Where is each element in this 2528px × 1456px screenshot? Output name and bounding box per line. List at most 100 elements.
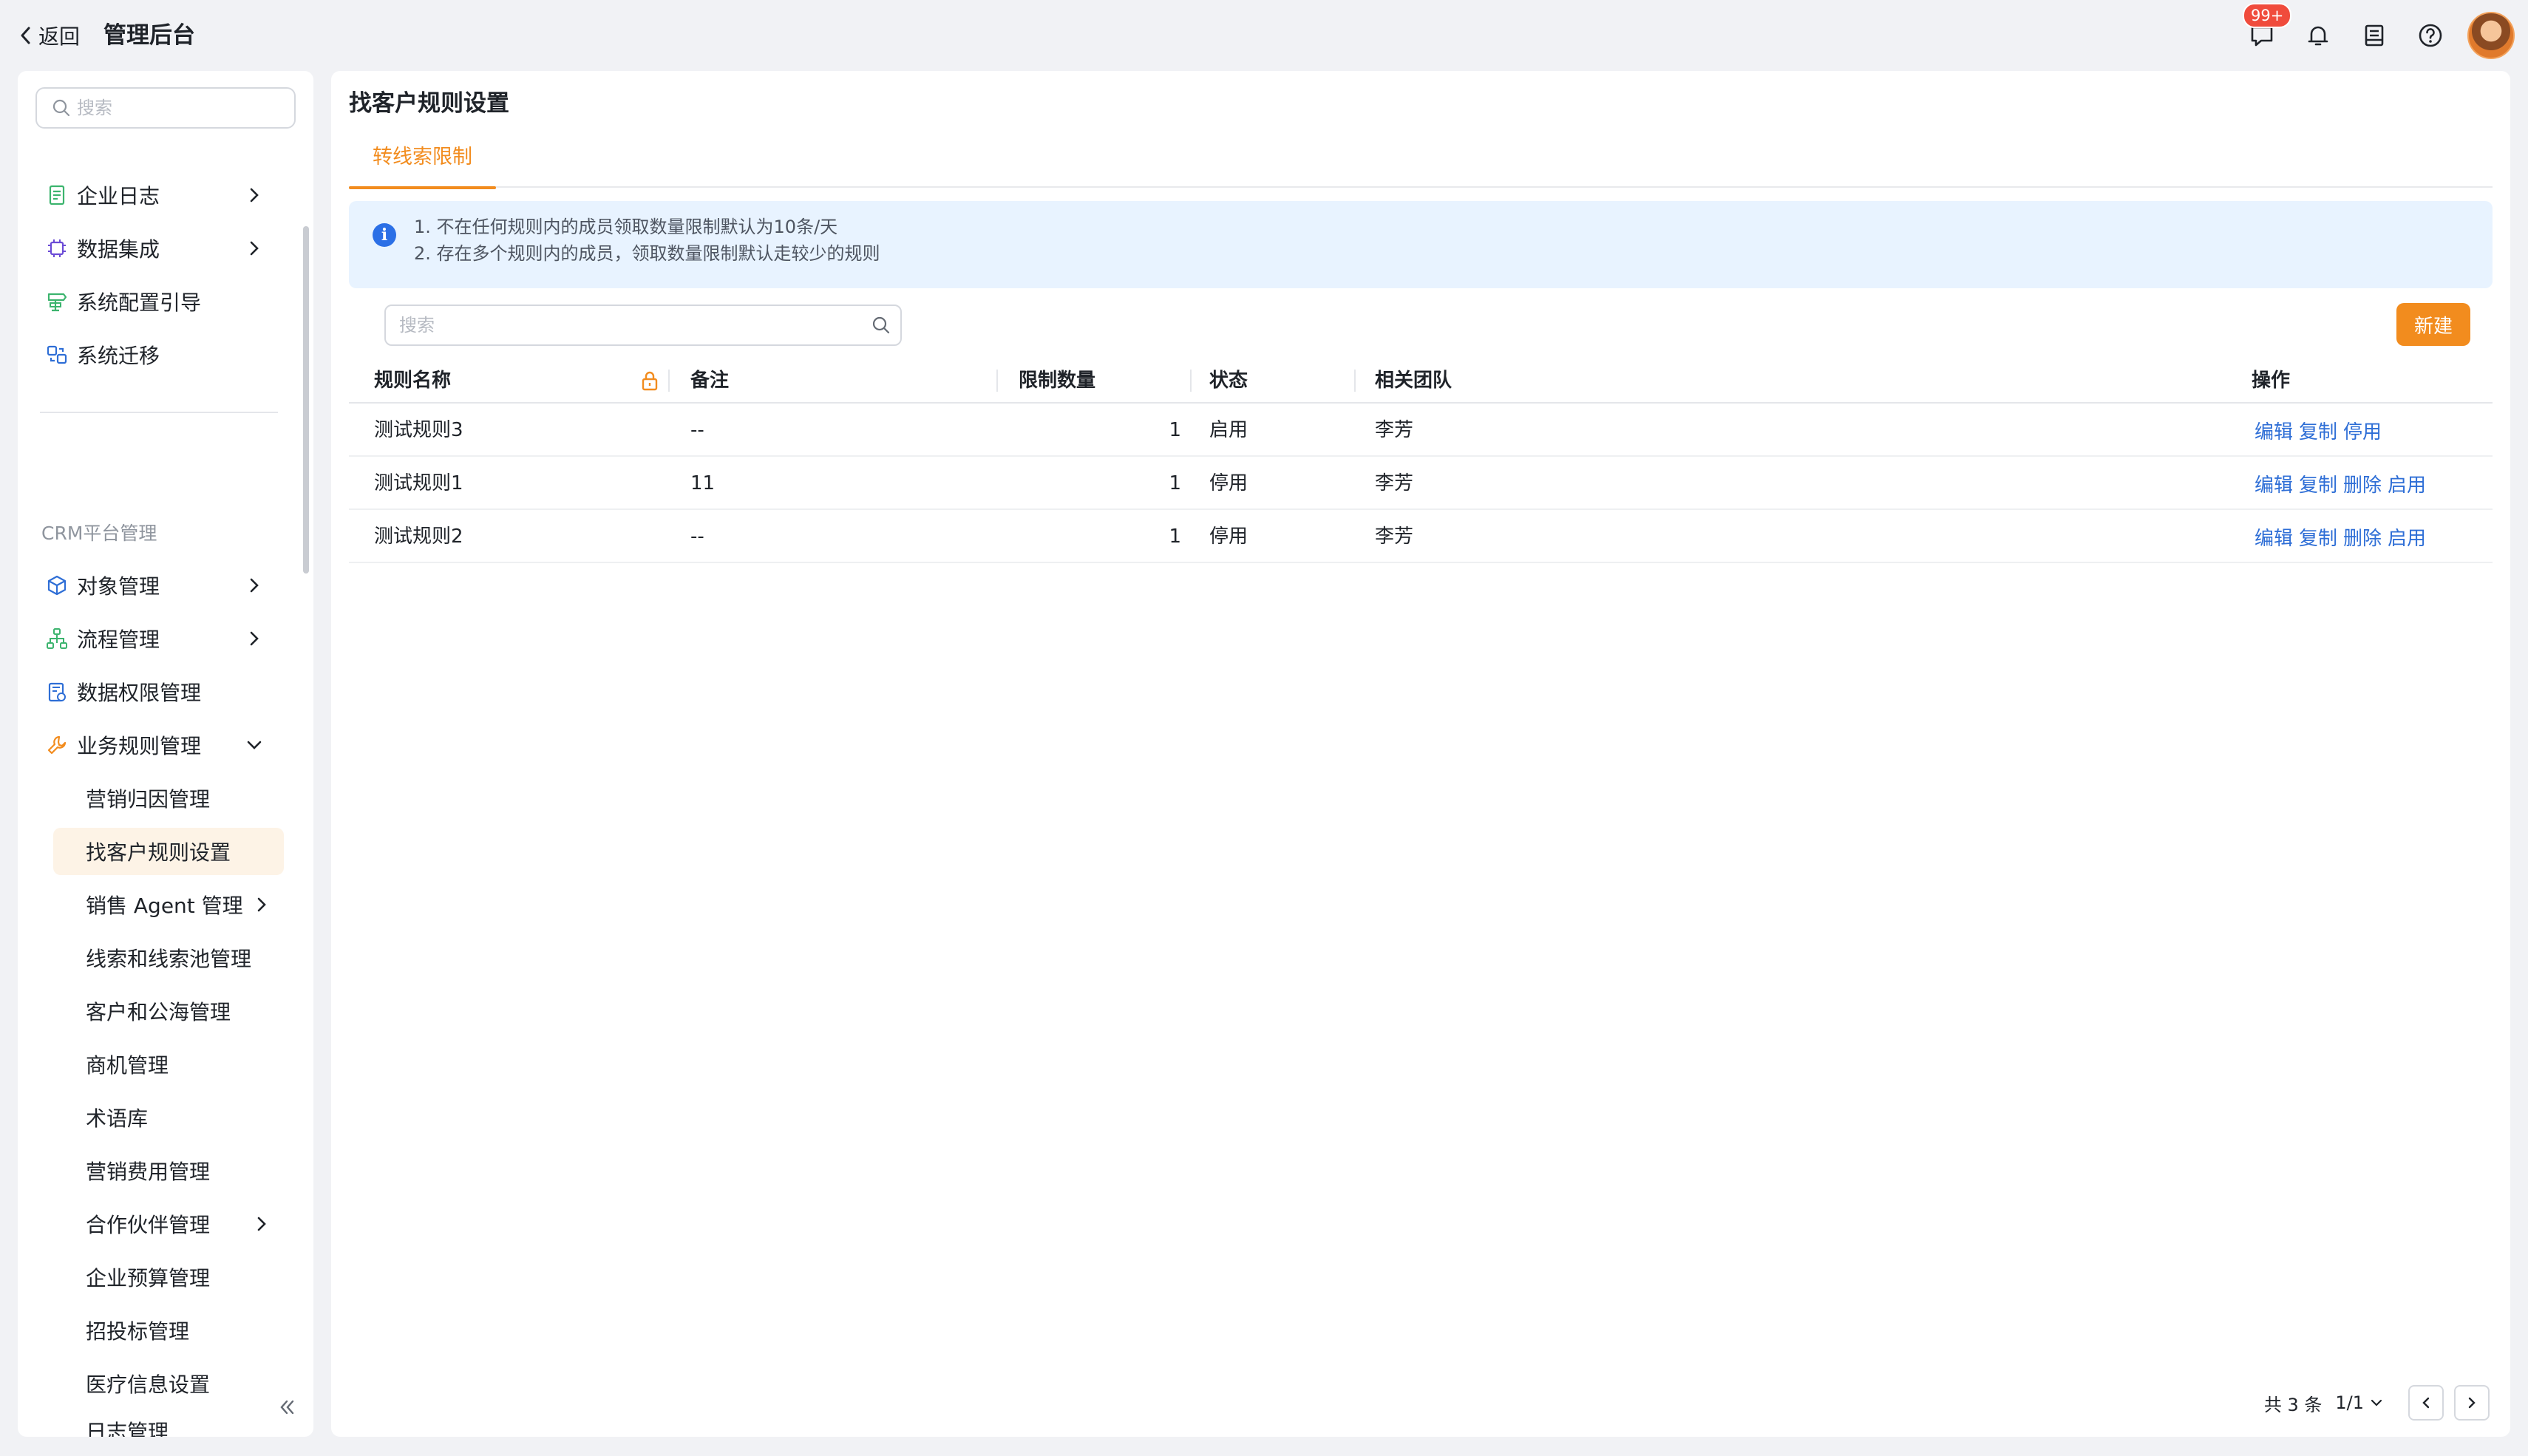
- sidebar-subitem-log-management[interactable]: 日志管理: [53, 1412, 284, 1437]
- edit-link[interactable]: 编辑: [2255, 470, 2293, 497]
- lock-icon[interactable]: [639, 370, 661, 392]
- search-icon: [52, 99, 70, 117]
- sidebar-item-process-management[interactable]: 流程管理: [44, 618, 160, 659]
- file-list-icon: [49, 185, 65, 205]
- sidebar-subitem-label: 商机管理: [86, 1053, 169, 1078]
- wrench-icon: [47, 735, 67, 755]
- sidebar-item-label: 数据集成: [77, 237, 160, 262]
- pagination: 共 3 条 1/1: [2264, 1385, 2490, 1421]
- sidebar-item-label: 数据权限管理: [77, 681, 202, 705]
- prev-page-button[interactable]: [2408, 1385, 2444, 1421]
- sidebar-search-input[interactable]: [77, 98, 284, 118]
- column-header-remark[interactable]: 备注: [690, 358, 729, 404]
- tab-lead-conversion-limit[interactable]: 转线索限制: [349, 140, 496, 189]
- help-button[interactable]: [2413, 18, 2448, 53]
- sidebar-subitem-marketing-expense[interactable]: 营销费用管理: [53, 1147, 284, 1194]
- column-header-team[interactable]: 相关团队: [1375, 358, 1452, 404]
- copy-link[interactable]: 复制: [2299, 417, 2337, 444]
- sidebar-scrollbar[interactable]: [303, 226, 309, 574]
- info-notice: i 1. 不在任何规则内的成员领取数量限制默认为10条/天 2. 存在多个规则内…: [349, 201, 2493, 288]
- sidebar-item-label: 企业日志: [77, 184, 160, 208]
- delete-link[interactable]: 删除: [2343, 523, 2382, 551]
- signpost-icon: [47, 293, 67, 312]
- row-actions: 编辑 复制 停用: [2255, 404, 2388, 457]
- sidebar-divider: [40, 412, 278, 413]
- row-actions: 编辑 复制 删除 启用: [2255, 510, 2432, 563]
- chevron-down-icon[interactable]: [244, 735, 265, 755]
- sidebar-subitem-partners[interactable]: 合作伙伴管理: [53, 1200, 284, 1248]
- migrate-icon: [47, 345, 67, 364]
- copy-link[interactable]: 复制: [2299, 470, 2337, 497]
- cell-team: 李芳: [1375, 419, 1414, 441]
- question-circle-icon: [2419, 24, 2442, 47]
- chip-icon: [48, 239, 66, 257]
- sidebar-subitem-find-customer-rules[interactable]: 找客户规则设置: [53, 828, 284, 875]
- sidebar-item-system-config-guide[interactable]: 系统配置引导: [44, 281, 201, 322]
- chevron-right-icon: [257, 1217, 266, 1231]
- cell-rule-name: 测试规则1: [374, 472, 463, 494]
- cell-remark: --: [690, 419, 704, 441]
- column-header-limit[interactable]: 限制数量: [1019, 358, 1095, 404]
- sidebar-item-business-rules[interactable]: 业务规则管理: [44, 724, 201, 766]
- back-button[interactable]: 返回: [18, 21, 80, 50]
- notice-line: 1. 不在任何规则内的成员领取数量限制默认为10条/天: [414, 217, 838, 237]
- sidebar-subitem-glossary[interactable]: 术语库: [53, 1094, 284, 1141]
- chevron-right-icon[interactable]: [244, 575, 265, 596]
- inbox-button[interactable]: [2357, 18, 2392, 53]
- collapse-sidebar-icon[interactable]: [273, 1394, 300, 1421]
- sidebar-subitem-bidding[interactable]: 招投标管理: [53, 1307, 284, 1354]
- sidebar-subitem-sales-agent[interactable]: 销售 Agent 管理: [53, 881, 284, 928]
- column-header-rule-name[interactable]: 规则名称: [374, 358, 451, 404]
- chevron-left-icon: [2422, 1397, 2430, 1409]
- cell-team: 李芳: [1375, 525, 1414, 548]
- column-separator: [668, 370, 670, 392]
- next-page-button[interactable]: [2454, 1385, 2490, 1421]
- cell-remark: 11: [690, 472, 716, 494]
- messages-button[interactable]: 99+: [2243, 3, 2292, 53]
- page-indicator: 1/1: [2335, 1392, 2364, 1413]
- sidebar-subitem-label: 营销归因管理: [86, 787, 211, 812]
- sidebar-subitem-budget[interactable]: 企业预算管理: [53, 1253, 284, 1301]
- cell-remark: --: [690, 525, 704, 548]
- chevron-right-icon[interactable]: [244, 238, 265, 259]
- sidebar-item-data-permission[interactable]: 数据权限管理: [44, 671, 201, 712]
- disable-link[interactable]: 停用: [2343, 417, 2382, 444]
- sidebar-subitem-marketing-attribution[interactable]: 营销归因管理: [53, 775, 284, 822]
- column-separator: [996, 370, 998, 392]
- sidebar-subitem-medical-info[interactable]: 医疗信息设置: [53, 1360, 284, 1407]
- sidebar-item-enterprise-log[interactable]: 企业日志: [44, 174, 160, 216]
- page-selector[interactable]: 1/1: [2335, 1392, 2385, 1413]
- edit-link[interactable]: 编辑: [2255, 523, 2293, 551]
- notifications-button[interactable]: [2300, 18, 2336, 53]
- rules-table: 规则名称 备注 限制数量 状态 相关团队 操作 测试规则3 -- 1 启用 李芳…: [349, 358, 2493, 563]
- edit-link[interactable]: 编辑: [2255, 417, 2293, 444]
- enable-link[interactable]: 启用: [2388, 523, 2426, 551]
- sidebar-item-data-integration[interactable]: 数据集成: [44, 228, 160, 269]
- top-icon-group: 99+: [2223, 3, 2515, 62]
- data-permission-icon: [48, 682, 66, 702]
- sidebar: 企业日志 数据集成 系统配置引导 系统迁移 CRM平台管理 对象管理 流程管理 …: [18, 71, 313, 1437]
- sidebar-subitem-leads[interactable]: 线索和线索池管理: [53, 934, 284, 982]
- chevron-right-icon[interactable]: [244, 628, 265, 649]
- search-icon[interactable]: [871, 315, 891, 336]
- avatar[interactable]: [2467, 12, 2515, 59]
- cell-rule-name: 测试规则2: [374, 525, 463, 548]
- sidebar-item-label: 业务规则管理: [77, 734, 202, 758]
- enable-link[interactable]: 启用: [2388, 470, 2426, 497]
- sidebar-item-system-migration[interactable]: 系统迁移: [44, 334, 160, 375]
- info-icon: i: [373, 223, 396, 247]
- app-title: 管理后台: [103, 22, 195, 49]
- sidebar-subitem-label: 术语库: [86, 1106, 149, 1131]
- chevron-down-icon: [2371, 1399, 2382, 1406]
- sidebar-subitem-opportunities[interactable]: 商机管理: [53, 1041, 284, 1088]
- column-header-status[interactable]: 状态: [1209, 358, 1248, 404]
- table-search-input[interactable]: [399, 315, 857, 336]
- new-rule-button[interactable]: 新建: [2396, 303, 2470, 346]
- delete-link[interactable]: 删除: [2343, 470, 2382, 497]
- copy-link[interactable]: 复制: [2299, 523, 2337, 551]
- sidebar-item-object-management[interactable]: 对象管理: [44, 565, 160, 606]
- sidebar-subitem-customers[interactable]: 客户和公海管理: [53, 987, 284, 1035]
- chevron-right-icon[interactable]: [244, 185, 265, 205]
- total-count: 共 3 条: [2263, 1394, 2323, 1415]
- cell-limit: 1: [1169, 419, 1181, 441]
